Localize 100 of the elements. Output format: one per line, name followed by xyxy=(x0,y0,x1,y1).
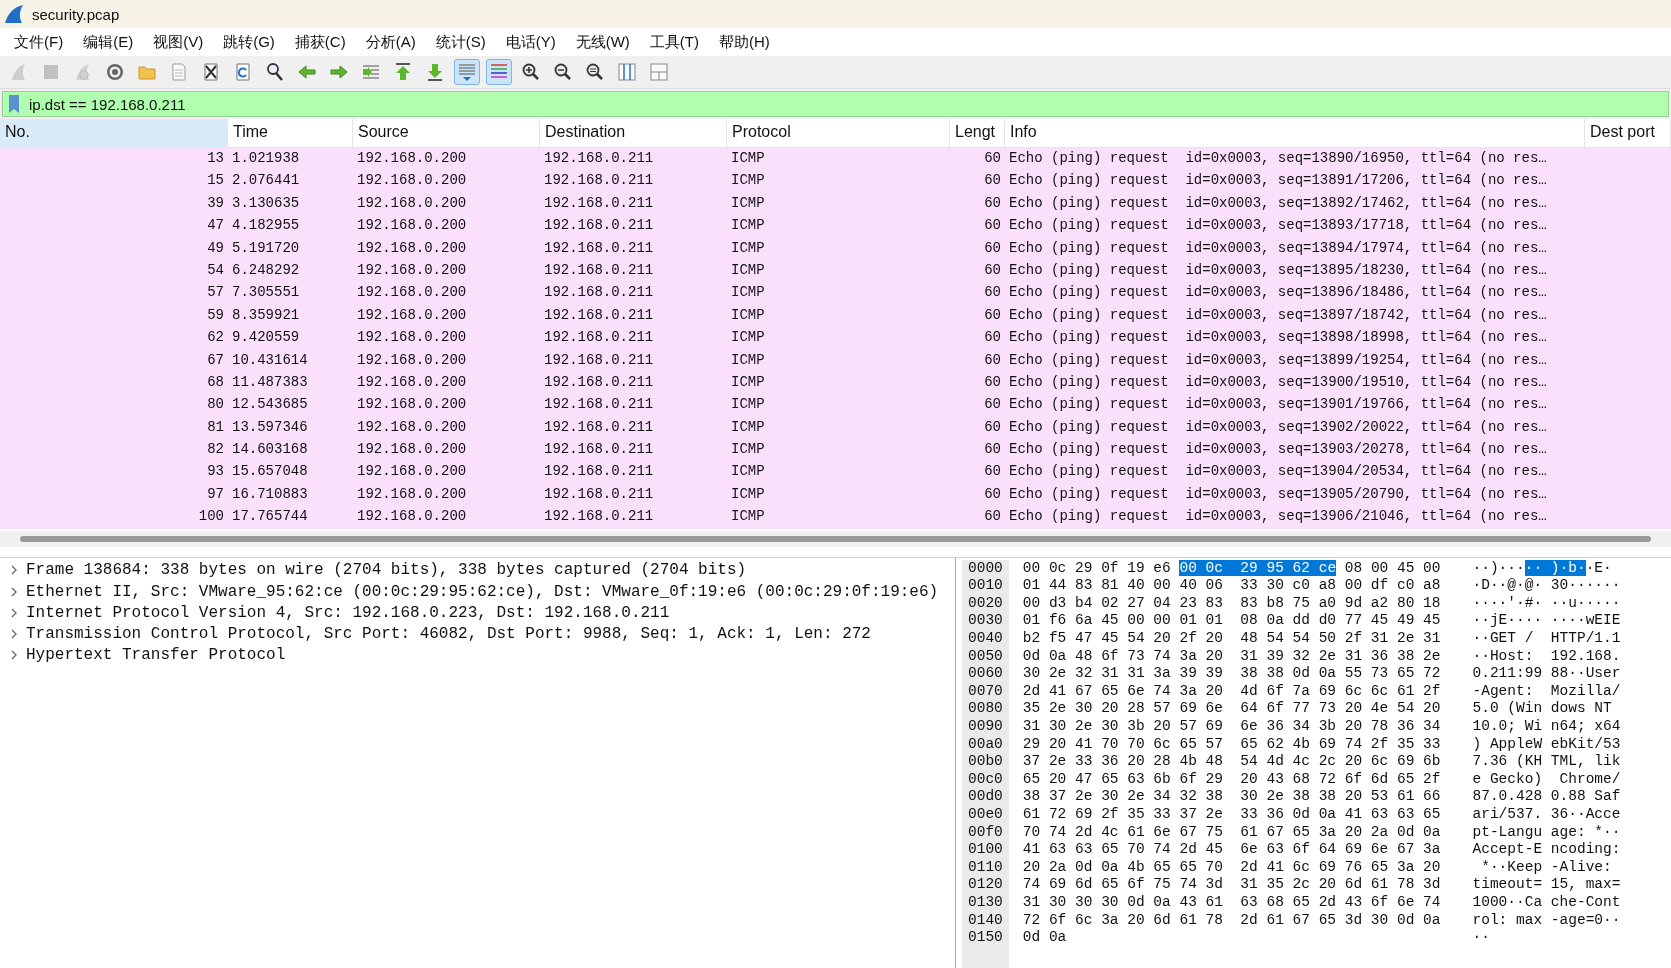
scroll-down-icon xyxy=(457,62,477,82)
column-header[interactable]: Time xyxy=(228,119,353,147)
ascii-text[interactable]: ·E· xyxy=(1585,559,1612,576)
ascii-text[interactable]: ·· )·b· xyxy=(1524,559,1586,576)
table-cell-text: ICMP xyxy=(730,149,766,168)
hex-bytes[interactable]: 00 0c 29 0f 19 e6 xyxy=(1022,559,1180,576)
hex-bytes[interactable]: 41 63 63 65 70 74 2d 45 6e 63 6f 64 69 6e 67 3a xyxy=(1022,841,1441,858)
hex-bytes[interactable]: 30 2e 32 31 31 3a 39 39 38 38 0d 0a 55 73 65 72 xyxy=(1022,665,1441,682)
ascii-text[interactable]: rol: max -age=0·· xyxy=(1472,911,1621,928)
hex-bytes[interactable]: 2d 41 67 65 6e 74 3a 20 4d 6f 7a 69 6c 6c 61 2f xyxy=(1022,682,1441,699)
ascii-text[interactable]: -Agent: Mozilla/ xyxy=(1472,682,1621,699)
menu-item[interactable]: 电话(Y) xyxy=(495,29,566,55)
menu-item[interactable]: 捕获(C) xyxy=(284,29,356,55)
ascii-text[interactable]: ·· xyxy=(1472,929,1490,946)
hex-bytes[interactable]: 38 37 2e 30 2e 34 32 38 30 2e 38 38 20 53 61 66 xyxy=(1022,788,1441,805)
hex-bytes[interactable]: 0d 0a xyxy=(1022,929,1067,946)
zoom-in-icon xyxy=(521,62,541,82)
table-cell-text: 13.597346 xyxy=(231,417,309,437)
table-cell-text: 12.543685 xyxy=(231,395,309,415)
hex-bytes[interactable]: 01 f6 6a 45 00 00 01 01 08 0a dd d0 77 45 49 45 xyxy=(1022,612,1441,629)
column-header[interactable]: Source xyxy=(353,119,540,147)
ascii-text[interactable]: ari/537. 36··Acce xyxy=(1472,805,1621,822)
column-header[interactable]: Info xyxy=(1005,119,1585,147)
hex-bytes[interactable]: b2 f5 47 45 54 20 2f 20 48 54 54 50 2f 31 2e 31 xyxy=(1022,630,1441,646)
table-cell-text: 60 xyxy=(983,507,1002,527)
ascii-text[interactable]: e Gecko) Chrome/ xyxy=(1472,770,1621,787)
display-filter-field[interactable]: ip.dst == 192.168.0.211 xyxy=(2,91,1669,117)
menu-item[interactable]: 工具(T) xyxy=(639,29,709,55)
byte-offset: 00f0 xyxy=(968,823,1003,842)
table-cell-text: 60 xyxy=(983,283,1002,303)
ascii-text[interactable]: timeout= 15, max= xyxy=(1472,876,1621,893)
table-cell-text: 2.076441 xyxy=(231,171,301,191)
hex-bytes[interactable]: 61 72 69 2f 35 33 37 2e 33 36 0d 0a 41 63 63 65 xyxy=(1022,805,1441,822)
ascii-text[interactable]: ··GET / HTTP/1.1 xyxy=(1472,630,1621,646)
menu-item[interactable]: 视图(V) xyxy=(143,29,214,55)
ascii-text[interactable]: ··jE···· ····wEIE xyxy=(1472,612,1621,629)
tree-item[interactable]: Frame 138684: 338 bytes on wire (2704 bits), 338 bytes captured (2704 bits) xyxy=(26,561,747,580)
scrollbar-thumb[interactable] xyxy=(20,535,1651,542)
table-cell-text: ICMP xyxy=(730,193,766,213)
hex-bytes[interactable]: 0d 0a 48 6f 73 74 3a 20 31 39 32 2e 31 36 38 2e xyxy=(1022,647,1441,664)
ascii-text[interactable]: 1000··Ca che-Cont xyxy=(1472,893,1621,910)
hex-bytes[interactable]: 00 0c 29 95 62 ce xyxy=(1179,559,1337,576)
column-header[interactable]: Protocol xyxy=(727,119,950,147)
table-cell-text: 13 xyxy=(206,149,225,168)
ascii-text[interactable]: ····'·#· ··u····· xyxy=(1472,594,1621,611)
ascii-text[interactable]: ··Host: 192.168. xyxy=(1472,647,1621,664)
menu-item[interactable]: 编辑(E) xyxy=(73,29,144,55)
column-header[interactable]: Dest port xyxy=(1585,119,1671,147)
ascii-text[interactable]: ··)··· xyxy=(1472,559,1525,576)
table-cell-text: 192.168.0.200 xyxy=(356,305,468,325)
ascii-text[interactable]: ·D··@·@· 30······ xyxy=(1472,577,1621,594)
menu-item[interactable]: 统计(S) xyxy=(425,29,496,55)
menu-item[interactable]: 分析(A) xyxy=(355,29,426,55)
table-cell-text: Echo (ping) request id=0x0003, seq=13899/19254, ttl=64 (no res… xyxy=(1008,350,1548,370)
table-cell-text: 16.710883 xyxy=(231,484,309,504)
hex-bytes[interactable]: 29 20 41 70 70 6c 65 57 65 62 4b 69 74 2f 35 33 xyxy=(1022,735,1441,752)
menu-item[interactable]: 文件(F) xyxy=(4,29,74,55)
hex-bytes[interactable]: 70 74 2d 4c 61 6e 67 75 61 67 65 3a 20 2a 0d 0a xyxy=(1022,823,1441,840)
menu-item[interactable]: 跳转(G) xyxy=(213,29,285,55)
zoom-out-icon xyxy=(553,62,573,82)
table-cell-text: Echo (ping) request id=0x0003, seq=13893/17718, ttl=64 (no res… xyxy=(1008,216,1548,236)
hex-bytes[interactable]: 65 20 47 65 63 6b 6f 29 20 43 68 72 6f 6d 65 2f xyxy=(1022,770,1441,787)
document-icon xyxy=(169,62,189,82)
hex-bytes[interactable]: 35 2e 30 20 28 57 69 6e 64 6f 77 73 20 4e 54 20 xyxy=(1022,700,1441,717)
hex-bytes[interactable]: 72 6f 6c 3a 20 6d 61 78 2d 61 67 65 3d 30 0d 0a xyxy=(1022,911,1441,928)
tree-item[interactable]: Transmission Control Protocol, Src Port: 46082, Dst Port: 9988, Seq: 1, Ack: 1, Len: 272 xyxy=(26,625,871,644)
ascii-text[interactable]: 10.0; Wi n64; x64 xyxy=(1472,718,1621,734)
hex-bytes[interactable]: 00 d3 b4 02 27 04 23 83 83 b8 75 a0 9d a2 80 18 xyxy=(1022,594,1441,611)
ascii-text[interactable]: 7.36 (KH TML, lik xyxy=(1472,753,1621,770)
menu-item[interactable]: 无线(W) xyxy=(565,29,640,55)
table-cell-text: 60 xyxy=(983,372,1002,392)
table-cell-text: 3.130635 xyxy=(231,193,301,213)
bookmark-icon[interactable] xyxy=(8,95,20,113)
hex-bytes[interactable]: 20 2a 0d 0a 4b 65 65 70 2d 41 6c 69 76 65 3a 20 xyxy=(1022,858,1441,875)
ascii-text[interactable]: Accept-E ncoding: xyxy=(1472,841,1621,858)
table-cell-text: 192.168.0.211 xyxy=(543,372,655,392)
hex-bytes[interactable]: 08 00 45 00 xyxy=(1336,559,1441,576)
hex-bytes[interactable]: 31 30 30 30 0d 0a 43 61 63 68 65 2d 43 6f 6e 74 xyxy=(1022,893,1441,910)
column-header[interactable]: No. xyxy=(0,119,228,147)
column-header[interactable]: Lengt xyxy=(950,119,1005,147)
menu-item[interactable]: 帮助(H) xyxy=(708,29,780,55)
tree-item[interactable]: Hypertext Transfer Protocol xyxy=(26,646,286,665)
table-cell-text: 60 xyxy=(983,440,1002,460)
hex-bytes[interactable]: 37 2e 33 36 20 28 4b 48 54 4d 4c 2c 20 6c 69 6b xyxy=(1022,753,1441,770)
ascii-text[interactable]: *··Keep -Alive: xyxy=(1472,858,1612,875)
table-cell-text: 192.168.0.211 xyxy=(543,238,655,258)
table-cell-text: Echo (ping) request id=0x0003, seq=13904/20534, ttl=64 (no res… xyxy=(1008,462,1548,482)
ascii-text[interactable]: pt-Langu age: *·· xyxy=(1472,823,1621,840)
table-cell-text: ICMP xyxy=(730,305,766,325)
table-cell-text: 192.168.0.211 xyxy=(543,283,655,303)
ascii-text[interactable]: 0.211:99 88··User xyxy=(1472,665,1621,682)
hex-bytes[interactable]: 01 44 83 81 40 00 40 06 33 30 c0 a8 00 df c0 a8 xyxy=(1022,577,1441,594)
ascii-text[interactable]: ) AppleW ebKit/53 xyxy=(1472,735,1621,752)
tree-item[interactable]: Ethernet II, Src: VMware_95:62:ce (00:0c:29:95:62:ce), Dst: VMware_0f:19:e6 (00:0c:29:0f:19:e6) xyxy=(26,582,939,601)
ascii-text[interactable]: 87.0.428 0.88 Saf xyxy=(1472,788,1621,805)
tree-item[interactable]: Internet Protocol Version 4, Src: 192.168.0.223, Dst: 192.168.0.211 xyxy=(26,603,670,622)
hex-bytes[interactable]: 74 69 6d 65 6f 75 74 3d 31 35 2c 20 6d 61 78 3d xyxy=(1022,876,1441,893)
hex-bytes[interactable]: 31 30 2e 30 3b 20 57 69 6e 36 34 3b 20 78 36 34 xyxy=(1022,718,1441,734)
ascii-text[interactable]: 5.0 (Win dows NT xyxy=(1472,700,1612,717)
column-header[interactable]: Destination xyxy=(540,119,727,147)
